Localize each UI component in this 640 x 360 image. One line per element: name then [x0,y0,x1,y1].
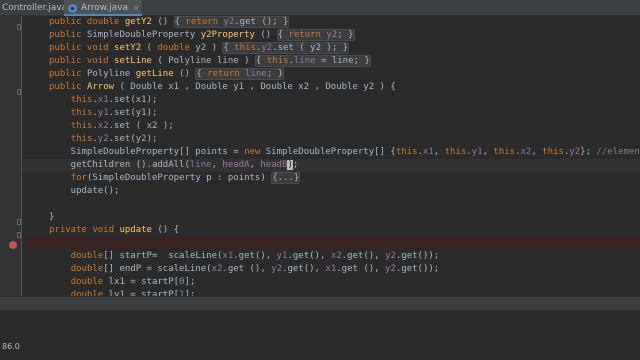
fold-marker-icon[interactable] [17,89,21,95]
code-line: double ly1 = startP[1]; [70,290,196,296]
code-line: double[] endP = scaleLine(x2.get (), y2.… [70,264,440,274]
java-class-icon [68,3,77,13]
code-line: public void setLine ( Polyline line ) { … [49,55,371,67]
code-line: this.x2.set ( x2 ); [70,121,174,131]
editor-tab-bar: Controller.java ✕ Arrow.java ✕ [0,0,640,16]
tab-label: Controller.java [2,3,68,13]
code-line: this.y1.set(y1); [70,108,158,118]
code-line-current: getChildren ().addAll(line, headA, headB… [23,159,640,172]
code-line: public Arrow ( Double x1 , Double y1 , D… [49,82,396,92]
bottom-tool-bar [0,296,640,310]
close-icon[interactable]: ✕ [133,4,140,13]
code-line: public Polyline getLine () { return line… [49,68,285,80]
code-line: public double getY2 () { return y2.get (… [49,16,290,28]
fold-marker-icon[interactable] [17,24,21,30]
code-line: this.x1.set(x1); [70,95,158,105]
tab-controller-java[interactable]: Controller.java ✕ [0,0,79,16]
status-value: 86.0 [2,342,20,351]
code-line: private void update () { [49,225,180,235]
code-editor[interactable]: public double getY2 () { return y2.get (… [23,16,640,296]
code-line: public SimpleDoubleProperty y2Property (… [49,29,355,41]
code-line: this.y2.set(y2); [70,134,158,144]
code-line: for(SimpleDoubleProperty p : points) {..… [70,172,301,184]
tab-label: Arrow.java [81,3,128,13]
breakpoint-icon[interactable] [9,241,17,249]
code-line: double lx1 = startP[0]; [70,277,196,287]
tab-arrow-java[interactable]: Arrow.java ✕ [64,0,142,16]
code-line: } [49,212,55,222]
editor-gutter[interactable] [0,16,22,296]
code-line: double[] startP= scaleLine(x1.get(), y1.… [70,251,440,261]
code-line: public void setY2 ( double y2 ) { this.y… [49,42,350,54]
fold-marker-icon[interactable] [17,232,21,238]
fold-marker-icon[interactable] [17,219,21,225]
code-line: update(); [49,186,120,196]
code-line-breakpoint [23,237,640,250]
code-line: SimpleDoubleProperty[] points = new Simp… [49,147,640,157]
